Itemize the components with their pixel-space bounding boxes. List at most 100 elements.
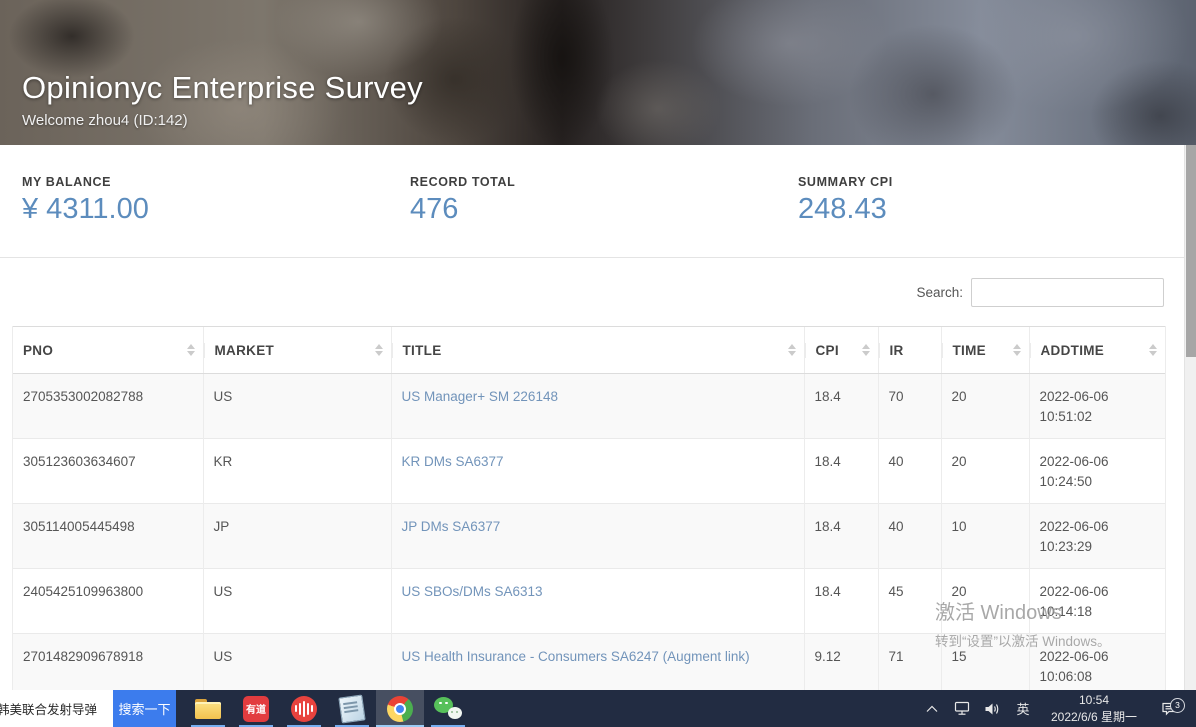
taskbar-search-box[interactable]: 韩美联合发射导弹	[0, 690, 113, 727]
survey-table: PNO MARKET TITLE CPI IR TIME ADDTIME 270535300…	[13, 326, 1165, 690]
taskbar-search-button[interactable]: 搜索一下	[113, 690, 176, 727]
cell-addtime: 2022-06-0610:51:02	[1029, 374, 1165, 439]
col-header-ir[interactable]: IR	[878, 327, 941, 374]
sort-icon[interactable]	[862, 344, 870, 356]
taskbar-item-ximalaya[interactable]	[280, 690, 328, 727]
action-center-button[interactable]: 3	[1152, 701, 1186, 717]
stat-label: MY BALANCE	[22, 175, 388, 189]
sort-icon[interactable]	[187, 344, 195, 356]
col-header-addtime[interactable]: ADDTIME	[1029, 327, 1165, 374]
taskbar-item-wechat[interactable]	[424, 690, 472, 727]
network-icon[interactable]	[950, 690, 974, 727]
table-row: 2701482909678918US US Health Insurance - …	[13, 634, 1165, 691]
hero-banner: Opinionyc Enterprise Survey Welcome zhou…	[0, 0, 1196, 145]
taskbar-item-file-explorer[interactable]	[184, 690, 232, 727]
col-header-cpi[interactable]: CPI	[804, 327, 878, 374]
cell-cpi: 18.4	[804, 504, 878, 569]
cell-title: US SBOs/DMs SA6313	[391, 569, 804, 634]
stat-value: 476	[410, 193, 776, 226]
stat-label: RECORD TOTAL	[410, 175, 776, 189]
sort-icon[interactable]	[1149, 344, 1157, 356]
col-header-market[interactable]: MARKET	[203, 327, 391, 374]
col-label: MARKET	[215, 343, 275, 358]
taskbar-item-notepad[interactable]	[328, 690, 376, 727]
cell-cpi: 9.12	[804, 634, 878, 691]
file-explorer-icon	[195, 699, 221, 719]
cell-pno: 305114005445498	[13, 504, 203, 569]
col-header-pno[interactable]: PNO	[13, 327, 203, 374]
search-label: Search:	[916, 285, 963, 300]
taskbar-clock[interactable]: 10:54 2022/6/6 星期一	[1048, 692, 1140, 724]
cell-market: US	[203, 569, 391, 634]
search-row: Search:	[0, 258, 1196, 326]
cell-pno: 2405425109963800	[13, 569, 203, 634]
sort-icon[interactable]	[375, 344, 383, 356]
survey-title-link[interactable]: US Health Insurance - Consumers SA6247 (…	[402, 649, 750, 664]
stats-row: MY BALANCE ¥ 4311.00 RECORD TOTAL 476 SU…	[0, 145, 1196, 258]
table-row: 2705353002082788USUS Manager+ SM 2261481…	[13, 374, 1165, 439]
notepad-icon	[338, 694, 365, 723]
col-label: ADDTIME	[1041, 343, 1105, 358]
col-header-title[interactable]: TITLE	[391, 327, 804, 374]
cell-pno: 305123603634607	[13, 439, 203, 504]
page-title: Opinionyc Enterprise Survey	[22, 70, 423, 106]
volume-icon[interactable]	[980, 690, 1004, 727]
cell-market: US	[203, 634, 391, 691]
search-input[interactable]	[971, 278, 1164, 307]
wechat-icon	[434, 697, 462, 721]
taskbar-item-chrome[interactable]	[376, 690, 424, 727]
cell-time: 20	[941, 569, 1029, 634]
survey-title-link[interactable]: US SBOs/DMs SA6313	[402, 584, 543, 599]
page: Opinionyc Enterprise Survey Welcome zhou…	[0, 0, 1196, 690]
cell-title: JP DMs SA6377	[391, 504, 804, 569]
cell-ir: 71	[878, 634, 941, 691]
cell-ir: 70	[878, 374, 941, 439]
survey-title-link[interactable]: KR DMs SA6377	[402, 454, 504, 469]
cell-title: KR DMs SA6377	[391, 439, 804, 504]
cell-time: 10	[941, 504, 1029, 569]
ximalaya-icon	[291, 696, 317, 722]
table-body: 2705353002082788 US US Manager+ SM 226148 1…	[13, 374, 1165, 691]
cell-title: US Manager+ SM 226148	[391, 374, 804, 439]
sort-icon[interactable]	[788, 344, 796, 356]
cell-cpi: 18.4	[804, 439, 878, 504]
col-header-time[interactable]: TIME	[941, 327, 1029, 374]
scrollbar-thumb[interactable]	[1186, 145, 1196, 357]
stat-record-total: RECORD TOTAL 476	[388, 145, 776, 257]
survey-title-link[interactable]: US Manager+ SM 226148	[402, 389, 558, 404]
cell-ir: 40	[878, 504, 941, 569]
col-label: TIME	[953, 343, 986, 358]
vertical-scrollbar[interactable]	[1184, 145, 1196, 690]
system-tray: 英 10:54 2022/6/6 星期一 3	[920, 690, 1196, 727]
stat-my-balance: MY BALANCE ¥ 4311.00	[0, 145, 388, 257]
stat-value: 248.43	[798, 193, 1164, 226]
cell-addtime: 2022-06-0610:14:18	[1029, 569, 1165, 634]
cell-ir: 45	[878, 569, 941, 634]
table-row: 2405425109963800USUS SBOs/DMs SA631318.4…	[13, 569, 1165, 634]
cell-addtime: 2022-06-0610:06:08	[1029, 634, 1165, 691]
windows-taskbar: 韩美联合发射导弹 搜索一下 有道	[0, 690, 1196, 727]
tray-chevron-up-icon[interactable]	[920, 690, 944, 727]
cell-pno: 2701482909678918	[13, 634, 203, 691]
survey-title-link[interactable]: JP DMs SA6377	[402, 519, 501, 534]
sort-icon[interactable]	[1013, 344, 1021, 356]
youdao-icon: 有道	[243, 696, 269, 722]
col-label: CPI	[816, 343, 839, 358]
taskbar-item-youdao[interactable]: 有道	[232, 690, 280, 727]
cell-time: 15	[941, 634, 1029, 691]
cell-ir: 40	[878, 439, 941, 504]
cell-title: US Health Insurance - Consumers SA6247 (…	[391, 634, 804, 691]
col-label: PNO	[23, 343, 53, 358]
cell-cpi: 18.4	[804, 374, 878, 439]
survey-table-wrap: PNO MARKET TITLE CPI IR TIME ADDTIME 270535300…	[12, 326, 1166, 690]
cell-market: JP	[203, 504, 391, 569]
clock-date: 2022/6/6 星期一	[1048, 709, 1140, 725]
ime-language-indicator[interactable]: 英	[1010, 690, 1036, 727]
stat-summary-cpi: SUMMARY CPI 248.43	[776, 145, 1164, 257]
table-row: 305123603634607KRKR DMs SA637718.4402020…	[13, 439, 1165, 504]
chrome-icon	[387, 696, 413, 722]
table-header-row: PNO MARKET TITLE CPI IR TIME ADDTIME	[13, 327, 1165, 374]
welcome-text: Welcome zhou4 (ID:142)	[22, 112, 423, 129]
cell-pno: 2705353002082788	[13, 374, 203, 439]
cell-time: 20	[941, 439, 1029, 504]
